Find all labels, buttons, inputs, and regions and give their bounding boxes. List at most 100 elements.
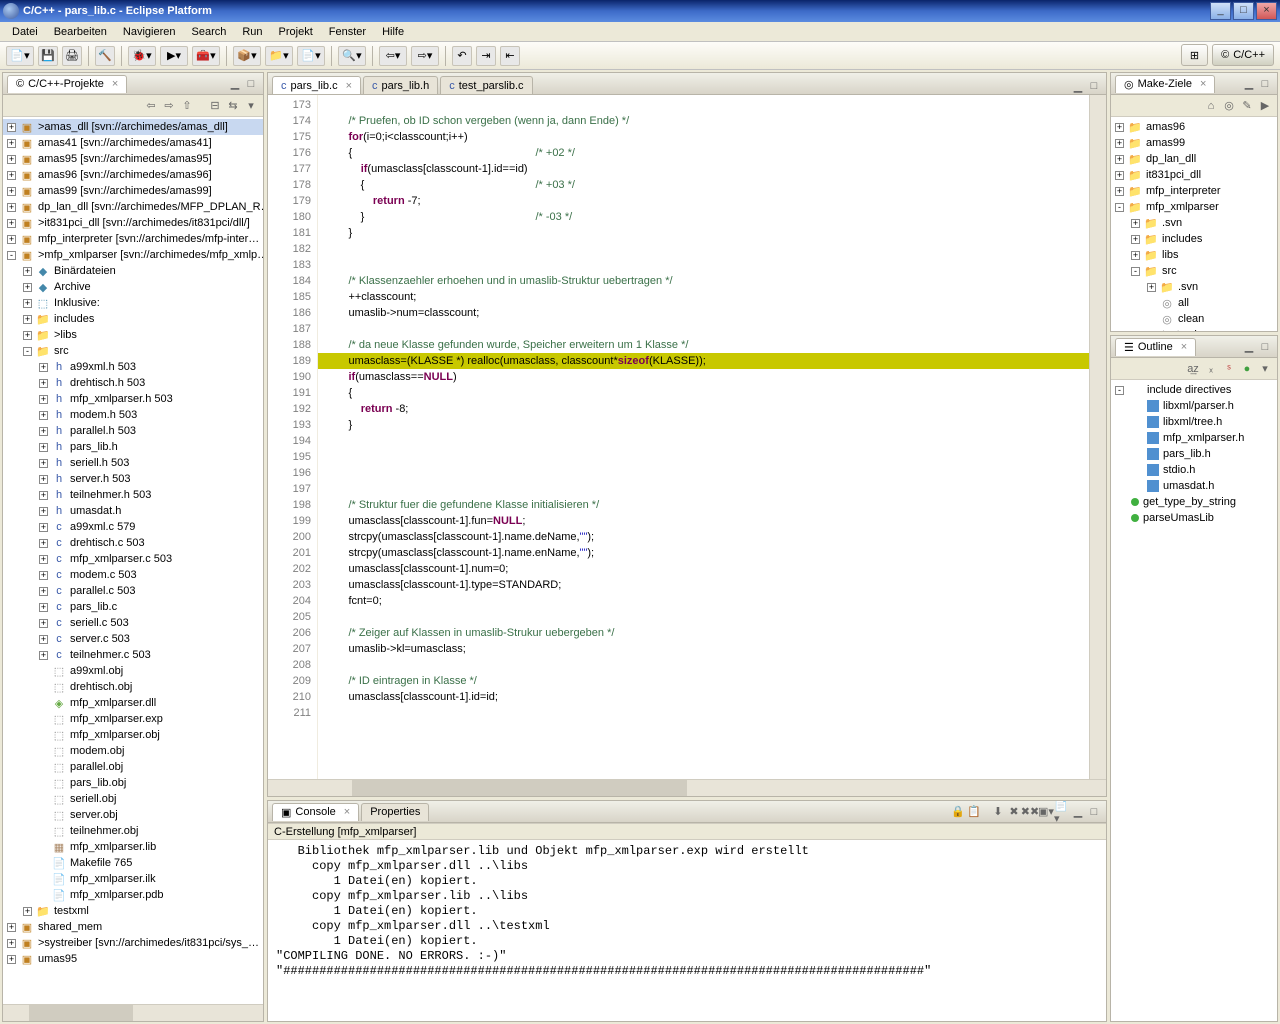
expand-icon[interactable] xyxy=(39,843,48,852)
save-button[interactable]: 💾 xyxy=(38,46,58,66)
tree-item[interactable]: 📄mfp_xmlparser.ilk xyxy=(3,871,263,887)
tree-item[interactable]: +▣umas95 xyxy=(3,951,263,967)
outline-item[interactable]: parseUmasLib xyxy=(1111,510,1277,526)
expand-icon[interactable]: - xyxy=(1115,203,1124,212)
tree-item[interactable]: +hmodem.h 503 xyxy=(3,407,263,423)
maximize-view-button[interactable]: □ xyxy=(1257,339,1273,355)
tree-item[interactable]: +cteilnehmer.c 503 xyxy=(3,647,263,663)
tree-item[interactable]: +cparallel.c 503 xyxy=(3,583,263,599)
expand-icon[interactable]: + xyxy=(39,539,48,548)
expand-icon[interactable]: + xyxy=(39,395,48,404)
open-console-icon[interactable]: 📄▾ xyxy=(1054,804,1070,820)
code-area[interactable]: /* Pruefen, ob ID schon vergeben (wenn j… xyxy=(318,95,1089,779)
tree-item[interactable]: +hdrehtisch.h 503 xyxy=(3,375,263,391)
expand-icon[interactable]: + xyxy=(23,299,32,308)
expand-icon[interactable]: + xyxy=(39,651,48,660)
expand-icon[interactable]: + xyxy=(7,171,16,180)
expand-icon[interactable]: + xyxy=(39,379,48,388)
print-button[interactable]: 🖨 xyxy=(62,46,82,66)
expand-icon[interactable]: - xyxy=(1131,267,1140,276)
tree-item[interactable]: +▣amas99 [svn://archimedes/amas99] xyxy=(3,183,263,199)
new-file-button[interactable]: 📄▾ xyxy=(297,46,325,66)
maximize-view-button[interactable]: □ xyxy=(243,76,259,92)
expand-icon[interactable]: + xyxy=(23,315,32,324)
menu-search[interactable]: Search xyxy=(184,24,235,40)
expand-icon[interactable]: + xyxy=(7,203,16,212)
expand-icon[interactable]: + xyxy=(7,923,16,932)
tree-item[interactable]: +▣dp_lan_dll [svn://archimedes/MFP_DPLAN… xyxy=(3,199,263,215)
minimize-view-button[interactable]: ▁ xyxy=(1241,76,1257,92)
build-button[interactable]: 🔨 xyxy=(95,46,115,66)
display-icon[interactable]: ▣▾ xyxy=(1038,804,1054,820)
expand-icon[interactable]: + xyxy=(39,411,48,420)
menu-bearbeiten[interactable]: Bearbeiten xyxy=(46,24,115,40)
expand-icon[interactable] xyxy=(39,731,48,740)
expand-icon[interactable]: + xyxy=(23,331,32,340)
tree-item[interactable]: ⬚seriell.obj xyxy=(3,791,263,807)
home-icon[interactable]: ⌂ xyxy=(1203,98,1219,114)
expand-icon[interactable] xyxy=(1147,315,1156,324)
scroll-lock-icon[interactable]: ⬇ xyxy=(990,804,1006,820)
console-tab[interactable]: ▣ Console × xyxy=(272,803,359,821)
expand-icon[interactable]: + xyxy=(7,955,16,964)
debug-button[interactable]: 🐞▾ xyxy=(128,46,156,66)
remove-icon[interactable]: ✖ xyxy=(1006,804,1022,820)
tree-item[interactable]: +hpars_lib.h xyxy=(3,439,263,455)
nav-back-button[interactable]: ⇦▾ xyxy=(379,46,407,66)
close-icon[interactable]: × xyxy=(346,80,352,92)
filter-static-icon[interactable]: ˢ xyxy=(1221,361,1237,377)
expand-icon[interactable]: + xyxy=(23,907,32,916)
tree-item[interactable]: +▣>systreiber [svn://archimedes/it831pci… xyxy=(3,935,263,951)
tree-item[interactable]: +cmfp_xmlparser.c 503 xyxy=(3,551,263,567)
new-folder-button[interactable]: 📁▾ xyxy=(265,46,293,66)
menu-icon[interactable]: ▾ xyxy=(1257,361,1273,377)
expand-icon[interactable]: + xyxy=(1131,331,1140,332)
properties-tab[interactable]: Properties xyxy=(361,803,429,821)
tree-item[interactable]: +hseriell.h 503 xyxy=(3,455,263,471)
expand-icon[interactable] xyxy=(39,891,48,900)
search-button[interactable]: 🔍▾ xyxy=(338,46,366,66)
expand-icon[interactable]: - xyxy=(1115,386,1124,395)
tree-item[interactable]: +cseriell.c 503 xyxy=(3,615,263,631)
expand-icon[interactable] xyxy=(39,779,48,788)
back-icon[interactable]: ⇦ xyxy=(143,98,159,114)
expand-icon[interactable] xyxy=(39,747,48,756)
tree-item[interactable]: -📁src xyxy=(3,343,263,359)
expand-icon[interactable]: + xyxy=(39,635,48,644)
expand-icon[interactable]: + xyxy=(39,523,48,532)
expand-icon[interactable]: + xyxy=(1131,251,1140,260)
tree-item[interactable]: +📁testxml xyxy=(1111,327,1277,331)
add-target-icon[interactable]: ◎ xyxy=(1221,98,1237,114)
up-icon[interactable]: ⇧ xyxy=(179,98,195,114)
close-button[interactable]: × xyxy=(1256,2,1277,20)
maximize-view-button[interactable]: □ xyxy=(1257,76,1273,92)
tree-item[interactable]: +▣amas41 [svn://archimedes/amas41] xyxy=(3,135,263,151)
tree-item[interactable]: +📁.svn xyxy=(1111,215,1277,231)
tree-item[interactable]: -📁src xyxy=(1111,263,1277,279)
tree-item[interactable]: ◈mfp_xmlparser.dll xyxy=(3,695,263,711)
tree-item[interactable]: +▣amas95 [svn://archimedes/amas95] xyxy=(3,151,263,167)
menu-icon[interactable]: ▾ xyxy=(243,98,259,114)
expand-icon[interactable]: + xyxy=(39,363,48,372)
expand-icon[interactable] xyxy=(39,827,48,836)
tree-item[interactable]: +📁amas99 xyxy=(1111,135,1277,151)
expand-icon[interactable] xyxy=(39,715,48,724)
tree-item[interactable]: +hparallel.h 503 xyxy=(3,423,263,439)
expand-icon[interactable]: + xyxy=(7,155,16,164)
expand-icon[interactable]: + xyxy=(7,187,16,196)
expand-icon[interactable]: + xyxy=(39,491,48,500)
expand-icon[interactable]: - xyxy=(23,347,32,356)
expand-icon[interactable] xyxy=(39,795,48,804)
tree-item[interactable]: -▣>mfp_xmlparser [svn://archimedes/mfp_x… xyxy=(3,247,263,263)
make-targets-tree[interactable]: +📁amas96+📁amas99+📁dp_lan_dll+📁it831pci_d… xyxy=(1111,117,1277,331)
tree-item[interactable]: +📁.svn xyxy=(1111,279,1277,295)
nav-fwd-button[interactable]: ⇨▾ xyxy=(411,46,439,66)
minimize-view-button[interactable]: ▁ xyxy=(1070,804,1086,820)
menu-fenster[interactable]: Fenster xyxy=(321,24,374,40)
editor-tab[interactable]: cpars_lib.c× xyxy=(272,76,361,94)
tree-item[interactable]: +▣shared_mem xyxy=(3,919,263,935)
outline-item[interactable]: get_type_by_string xyxy=(1111,494,1277,510)
tree-item[interactable]: +◆Binärdateien xyxy=(3,263,263,279)
expand-icon[interactable]: + xyxy=(7,219,16,228)
tree-item[interactable]: +📁testxml xyxy=(3,903,263,919)
